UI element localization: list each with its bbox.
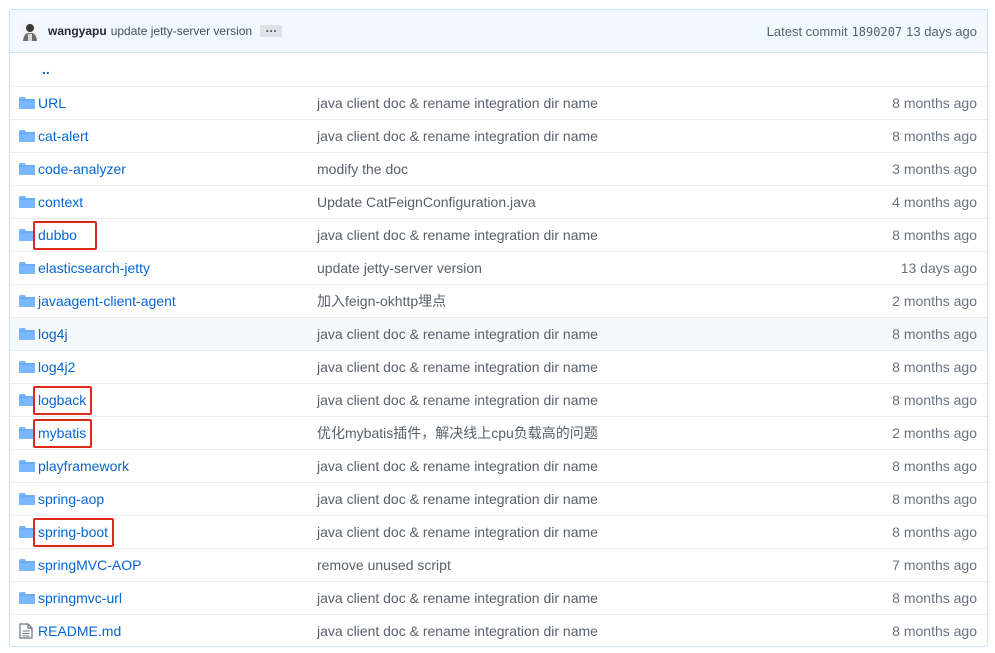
commit-age: 8 months ago bbox=[817, 85, 987, 119]
commit-message-link[interactable]: java client doc & rename integration dir… bbox=[317, 392, 598, 408]
latest-commit-label: Latest commit bbox=[766, 24, 848, 39]
file-name-link[interactable]: spring-aop bbox=[38, 491, 104, 507]
commit-message-link[interactable]: remove unused script bbox=[317, 557, 451, 573]
commit-age: 4 months ago bbox=[817, 184, 987, 218]
folder-icon bbox=[19, 162, 38, 176]
commit-age: 8 months ago bbox=[817, 382, 987, 416]
commit-message-link[interactable]: modify the doc bbox=[317, 161, 408, 177]
file-row[interactable]: log4j java client doc & rename integratio… bbox=[10, 316, 987, 350]
file-row[interactable]: context Update CatFeignConfiguration.java… bbox=[10, 184, 987, 218]
file-name-link[interactable]: elasticsearch-jetty bbox=[38, 260, 150, 276]
expand-commit-button[interactable]: … bbox=[260, 22, 283, 37]
commit-message-link[interactable]: java client doc & rename integration dir… bbox=[317, 491, 598, 507]
commit-age: 8 months ago bbox=[817, 481, 987, 515]
folder-icon bbox=[19, 261, 38, 275]
file-row[interactable]: springMVC-AOP remove unused script 7 month… bbox=[10, 547, 987, 581]
folder-icon bbox=[19, 591, 38, 605]
file-name-link[interactable]: springmvc-url bbox=[38, 590, 122, 606]
commit-message-link[interactable]: Update CatFeignConfiguration.java bbox=[317, 194, 536, 210]
file-name-link[interactable]: log4j bbox=[38, 326, 68, 342]
commit-age: 8 months ago bbox=[817, 316, 987, 350]
commit-age: 8 months ago bbox=[817, 514, 987, 548]
commit-message-link[interactable]: java client doc & rename integration dir… bbox=[317, 590, 598, 606]
file-name-link[interactable]: javaagent-client-agent bbox=[38, 293, 176, 309]
commit-message-link[interactable]: java client doc & rename integration dir… bbox=[317, 359, 598, 375]
commit-message-link[interactable]: java client doc & rename integration dir… bbox=[317, 458, 598, 474]
commit-age: 2 months ago bbox=[817, 415, 987, 449]
commit-age: 3 months ago bbox=[817, 151, 987, 185]
file-name-link[interactable]: dubbo bbox=[33, 220, 97, 250]
commit-age: 7 months ago bbox=[817, 547, 987, 581]
file-row[interactable]: README.md java client doc & rename integr… bbox=[10, 613, 987, 646]
file-row[interactable]: javaagent-client-agent 加入feign-okhttp埋点 2 … bbox=[10, 283, 987, 317]
parent-dir-row[interactable]: .. bbox=[10, 53, 987, 86]
file-row[interactable]: mybatis 优化mybatis插件，解决线上cpu负载高的问题 2 months… bbox=[10, 415, 987, 449]
commit-sha[interactable]: 1890207 bbox=[852, 25, 903, 39]
file-name-link[interactable]: mybatis bbox=[32, 418, 93, 448]
folder-icon bbox=[19, 195, 38, 209]
file-row[interactable]: elasticsearch-jetty update jetty-server v… bbox=[10, 250, 987, 284]
file-row[interactable]: playframework java client doc & rename in… bbox=[10, 448, 987, 482]
file-row[interactable]: spring-boot java client doc & rename inte… bbox=[10, 514, 987, 548]
avatar[interactable] bbox=[20, 21, 40, 41]
file-name-link[interactable]: log4j2 bbox=[38, 359, 75, 375]
file-name-link[interactable]: context bbox=[38, 194, 83, 210]
file-row[interactable]: log4j2 java client doc & rename integrati… bbox=[10, 349, 987, 383]
file-name-link[interactable]: cat-alert bbox=[38, 128, 89, 144]
commit-age: 8 months ago bbox=[817, 580, 987, 614]
commit-message-link[interactable]: java client doc & rename integration dir… bbox=[317, 326, 598, 342]
folder-icon bbox=[19, 327, 38, 341]
commit-message-link[interactable]: java client doc & rename integration dir… bbox=[317, 227, 598, 243]
commit-age: 8 months ago bbox=[817, 613, 987, 646]
file-browser: wangyapu update jetty-server version … L… bbox=[9, 9, 988, 647]
commit-age: 13 days ago bbox=[817, 250, 987, 284]
file-row[interactable]: logback java client doc & rename integrat… bbox=[10, 382, 987, 416]
file-row[interactable]: spring-aop java client doc & rename integ… bbox=[10, 481, 987, 515]
commit-age: 8 months ago bbox=[817, 349, 987, 383]
file-name-link[interactable]: playframework bbox=[38, 458, 129, 474]
file-name-link[interactable]: spring-boot bbox=[32, 517, 115, 547]
commit-message[interactable]: update jetty-server version bbox=[111, 24, 252, 38]
folder-icon bbox=[19, 129, 38, 143]
latest-commit-bar: wangyapu update jetty-server version … L… bbox=[10, 10, 987, 53]
commit-age: 8 months ago bbox=[817, 118, 987, 152]
folder-icon bbox=[19, 558, 38, 572]
commit-message-link[interactable]: java client doc & rename integration dir… bbox=[317, 524, 598, 540]
file-name-link[interactable]: logback bbox=[32, 385, 93, 415]
file-name-link[interactable]: springMVC-AOP bbox=[38, 557, 141, 573]
file-row[interactable]: code-analyzer modify the doc 3 months ago bbox=[10, 151, 987, 185]
commit-age: 13 days ago bbox=[906, 24, 977, 39]
file-table: .. URL java client doc & rename integrati… bbox=[10, 53, 987, 646]
commit-age: 8 months ago bbox=[817, 448, 987, 482]
file-name-link[interactable]: URL bbox=[38, 95, 66, 111]
commit-message-link[interactable]: update jetty-server version bbox=[317, 260, 482, 276]
file-name-link[interactable]: code-analyzer bbox=[38, 161, 126, 177]
commit-message-link[interactable]: 加入feign-okhttp埋点 bbox=[317, 293, 446, 309]
commit-message-link[interactable]: java client doc & rename integration dir… bbox=[317, 128, 598, 144]
commit-age: 8 months ago bbox=[817, 217, 987, 251]
folder-icon bbox=[19, 492, 38, 506]
folder-icon bbox=[19, 96, 38, 110]
folder-icon bbox=[19, 459, 38, 473]
commit-meta: Latest commit 1890207 13 days ago bbox=[767, 10, 977, 53]
parent-dir-link[interactable]: .. bbox=[42, 61, 50, 77]
commit-message-link[interactable]: java client doc & rename integration dir… bbox=[317, 95, 598, 111]
file-row[interactable]: springmvc-url java client doc & rename in… bbox=[10, 580, 987, 614]
folder-icon bbox=[19, 360, 38, 374]
commit-message-link[interactable]: 优化mybatis插件，解决线上cpu负载高的问题 bbox=[317, 425, 598, 441]
file-row[interactable]: URL java client doc & rename integration … bbox=[10, 85, 987, 119]
commit-author[interactable]: wangyapu bbox=[48, 24, 107, 38]
file-row[interactable]: dubbo java client doc & rename integratio… bbox=[10, 217, 987, 251]
commit-age: 2 months ago bbox=[817, 283, 987, 317]
folder-icon bbox=[19, 294, 38, 308]
commit-message-link[interactable]: java client doc & rename integration dir… bbox=[317, 623, 598, 639]
file-row[interactable]: cat-alert java client doc & rename integr… bbox=[10, 118, 987, 152]
file-name-link[interactable]: README.md bbox=[38, 623, 121, 639]
file-icon bbox=[19, 623, 38, 639]
